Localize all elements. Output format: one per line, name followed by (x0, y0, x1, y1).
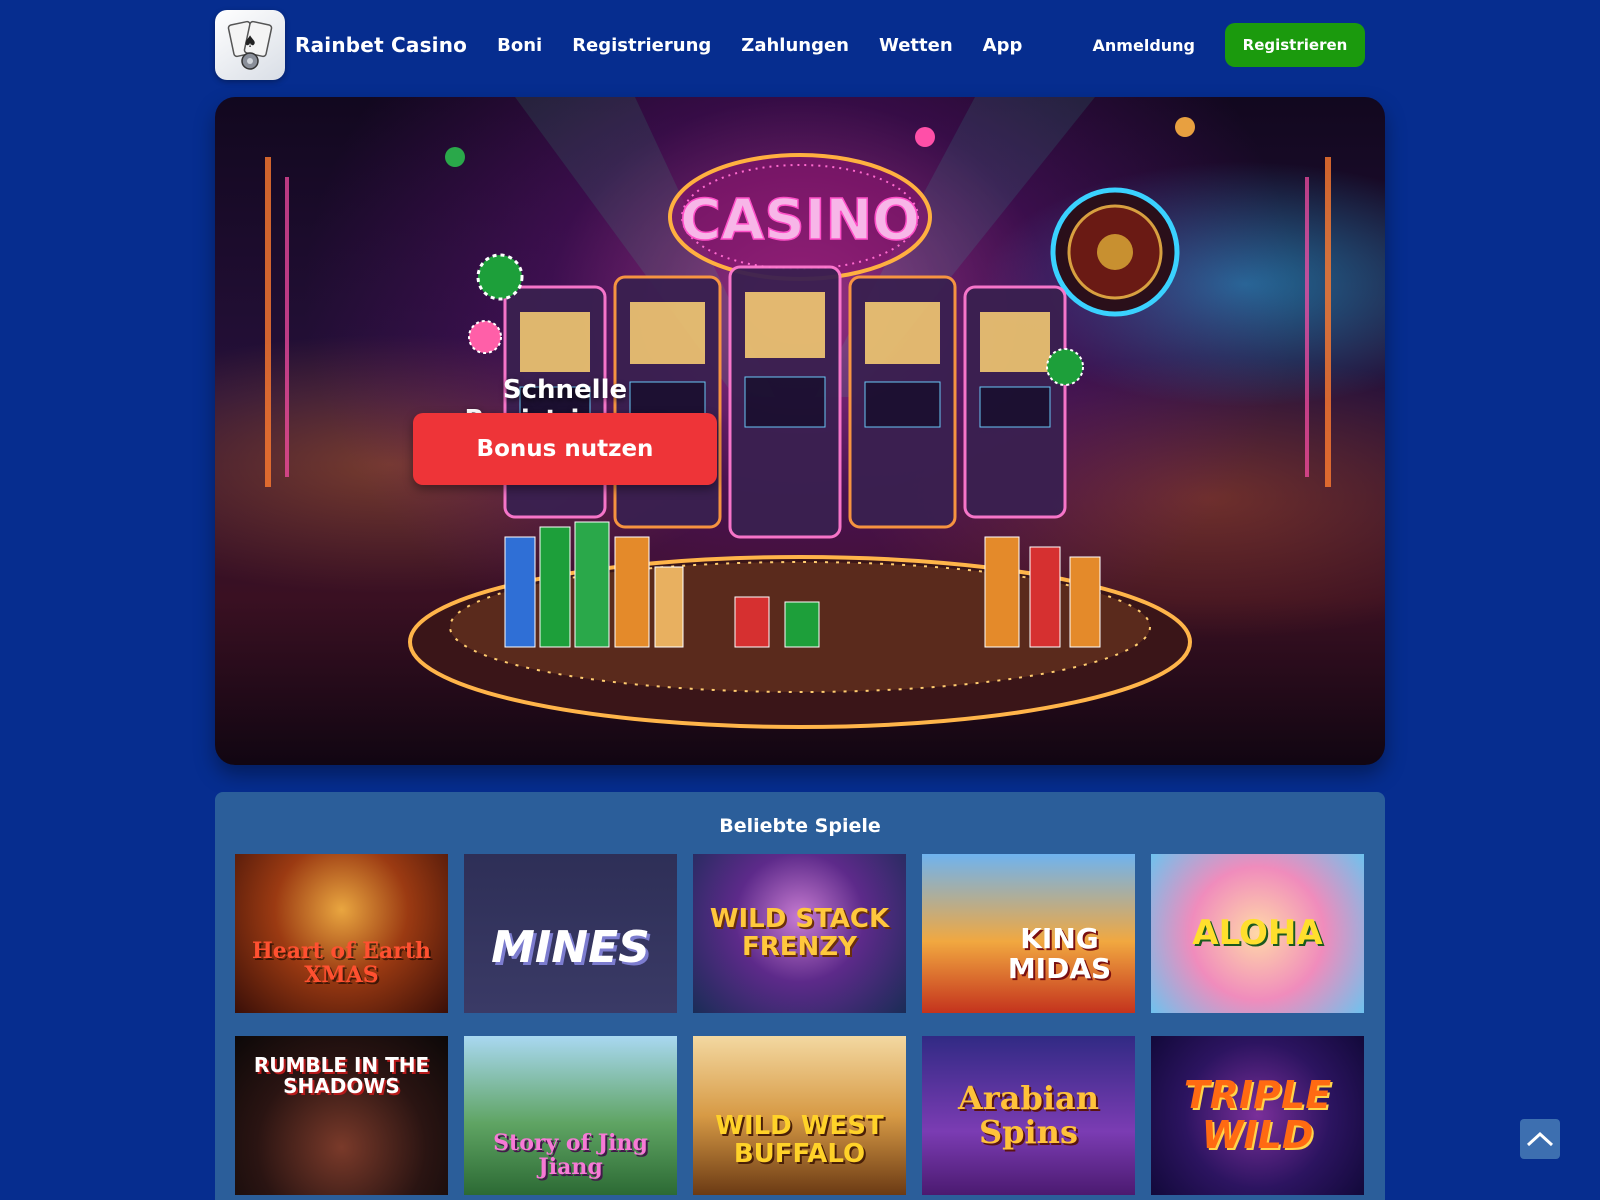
logo[interactable]: ♠ (215, 10, 285, 80)
nav-link-boni[interactable]: Boni (497, 35, 542, 56)
game-title: TRIPLE WILD (1183, 1072, 1332, 1157)
casino-sign-text: CASINO (680, 188, 920, 253)
game-title: MINES (491, 922, 650, 974)
game-title: KING MIDAS (1007, 922, 1112, 985)
scroll-to-top-button[interactable] (1520, 1119, 1560, 1159)
game-title: Story of Jing Jiang (493, 1130, 648, 1180)
site-header: ♠ Rainbet Casino Boni Registrierung Zahl… (215, 10, 1365, 80)
nav-link-app[interactable]: App (983, 35, 1023, 56)
svg-text:♠: ♠ (243, 32, 257, 51)
casino-scene-illustration: CASINO (265, 97, 1331, 729)
game-title: ALOHA (1192, 912, 1323, 953)
game-tile[interactable]: Heart of Earth XMAS (235, 854, 448, 1013)
game-title: Heart of Earth XMAS (251, 938, 432, 988)
section-title: Beliebte Spiele (719, 815, 881, 837)
game-tile[interactable]: TRIPLE WILD (1151, 1036, 1364, 1195)
game-title: WILD WEST BUFFALO (715, 1111, 884, 1169)
game-title: RUMBLE IN THE SHADOWS (253, 1052, 430, 1098)
nav-link-registrierung[interactable]: Registrierung (572, 35, 711, 56)
bonus-button[interactable]: Bonus nutzen (413, 413, 717, 485)
brand-name[interactable]: Rainbet Casino (295, 33, 467, 57)
game-title: Arabian Spins (958, 1078, 1099, 1151)
game-tile[interactable]: RUMBLE IN THE SHADOWS (235, 1036, 448, 1195)
game-tile[interactable]: KING MIDAS (922, 854, 1135, 1013)
playing-cards-icon: ♠ (227, 20, 273, 70)
nav-link-zahlungen[interactable]: Zahlungen (741, 35, 849, 56)
chevron-up-icon (1526, 1131, 1554, 1147)
main-nav: Boni Registrierung Zahlungen Wetten App (497, 35, 1052, 56)
header-actions: Anmeldung Registrieren (1093, 23, 1365, 67)
game-tile[interactable]: MINES (464, 854, 677, 1013)
game-title: WILD STACK FRENZY (709, 904, 890, 962)
game-tile[interactable]: WILD STACK FRENZY (693, 854, 906, 1013)
hero-banner: CASINO Schnelle Bonus nutzen (215, 97, 1385, 765)
game-tile[interactable]: Arabian Spins (922, 1036, 1135, 1195)
register-button[interactable]: Registrieren (1225, 23, 1365, 67)
game-tile[interactable]: Story of Jing Jiang (464, 1036, 677, 1195)
games-grid: Heart of Earth XMAS MINES WILD STACK FRE… (235, 854, 1364, 1195)
nav-link-wetten[interactable]: Wetten (879, 35, 953, 56)
game-tile[interactable]: WILD WEST BUFFALO (693, 1036, 906, 1195)
popular-games-section: Beliebte Spiele Heart of Earth XMAS MINE… (215, 792, 1385, 1200)
game-tile[interactable]: ALOHA (1151, 854, 1364, 1013)
login-link[interactable]: Anmeldung (1093, 36, 1195, 55)
